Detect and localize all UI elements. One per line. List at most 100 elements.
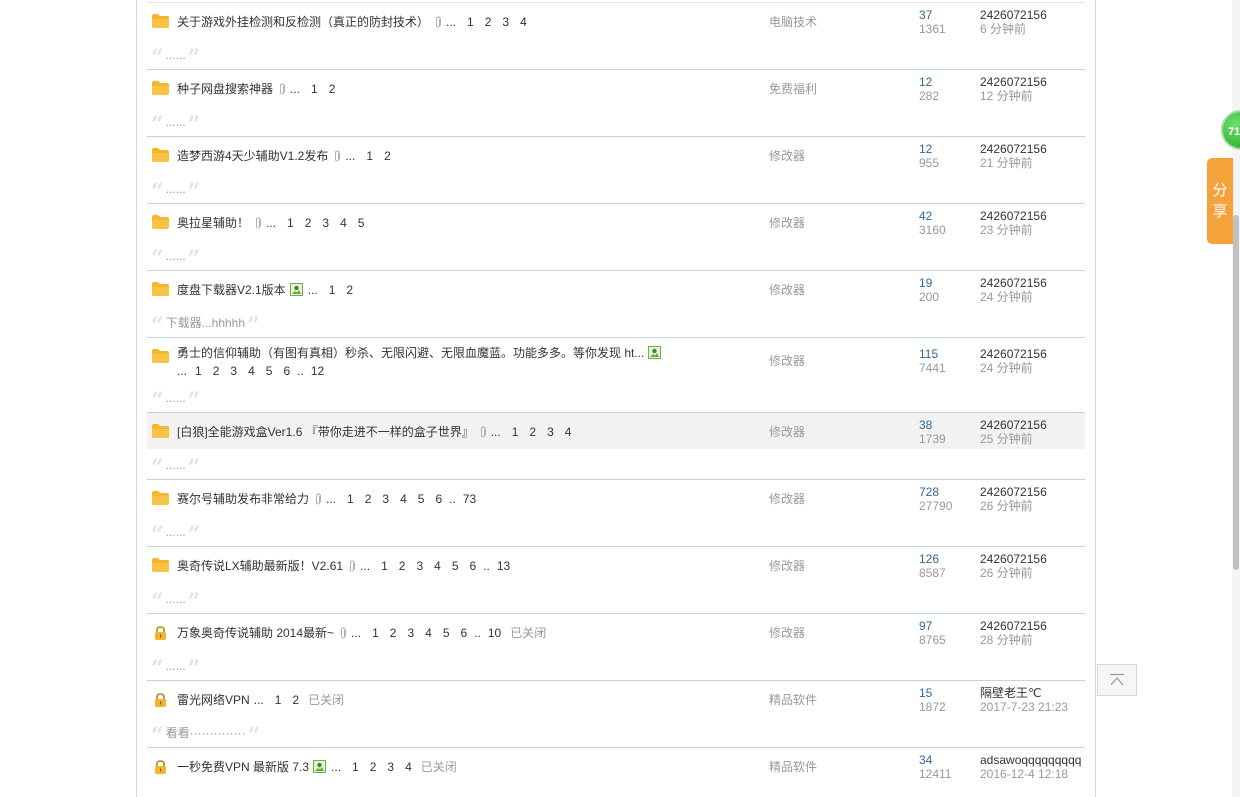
- thread-title-link[interactable]: 赛尔号辅助发布非常给力: [177, 492, 309, 506]
- thread-title-link[interactable]: 关于游戏外挂检测和反检测（真正的防封技术）: [177, 15, 429, 29]
- page-link[interactable]: 4: [520, 14, 527, 30]
- thread-title-link[interactable]: 种子网盘搜索神器: [177, 82, 273, 96]
- page-link[interactable]: 3: [387, 759, 394, 775]
- page-link[interactable]: 1: [311, 81, 318, 97]
- page-link[interactable]: 1: [347, 491, 354, 507]
- forum-link[interactable]: 修改器: [769, 558, 805, 574]
- page-link[interactable]: 1: [287, 215, 294, 231]
- reply-count[interactable]: 34: [919, 753, 951, 767]
- page-link[interactable]: 10: [488, 625, 501, 641]
- thread-title-link[interactable]: 奥奇传说LX辅助最新版！V2.61: [177, 559, 343, 573]
- page-link[interactable]: 3: [502, 14, 509, 30]
- page-link[interactable]: 2: [305, 215, 312, 231]
- last-post-user[interactable]: 2426072156: [980, 276, 1090, 290]
- page-link[interactable]: 2: [346, 282, 353, 298]
- last-post-time[interactable]: 2017-7-23 21:23: [980, 700, 1090, 714]
- last-post-time[interactable]: 2016-12-4 12:18: [980, 767, 1090, 781]
- page-link[interactable]: 1: [275, 692, 282, 708]
- page-link[interactable]: 1: [467, 14, 474, 30]
- page-link[interactable]: 3: [230, 363, 237, 379]
- forum-link[interactable]: 修改器: [769, 353, 805, 369]
- last-post-user[interactable]: adsawoqqqqqqqqq: [980, 753, 1090, 767]
- page-link[interactable]: 4: [405, 759, 412, 775]
- page-link[interactable]: 6: [283, 363, 290, 379]
- last-post-user[interactable]: 2426072156: [980, 485, 1090, 499]
- last-post-user[interactable]: 隔壁老王℃: [980, 686, 1090, 700]
- page-link[interactable]: 4: [340, 215, 347, 231]
- last-post-user[interactable]: 2426072156: [980, 209, 1090, 223]
- thread-title-link[interactable]: 雷光网络VPN: [177, 693, 250, 707]
- last-post-time[interactable]: 24 分钟前: [980, 361, 1090, 375]
- thread-title-link[interactable]: 万象奥奇传说辅助 2014最新~: [177, 626, 334, 640]
- reply-count[interactable]: 728: [919, 485, 952, 499]
- reply-count[interactable]: 12: [919, 75, 939, 89]
- notification-badge[interactable]: 71: [1221, 110, 1240, 150]
- last-post-time[interactable]: 24 分钟前: [980, 290, 1090, 304]
- page-link[interactable]: 2: [390, 625, 397, 641]
- last-post-time[interactable]: 26 分钟前: [980, 499, 1090, 513]
- last-post-time[interactable]: 21 分钟前: [980, 156, 1090, 170]
- reply-count[interactable]: 42: [919, 209, 946, 223]
- last-post-user[interactable]: 2426072156: [980, 8, 1090, 22]
- page-link[interactable]: 4: [400, 491, 407, 507]
- page-link[interactable]: 2: [485, 14, 492, 30]
- page-link[interactable]: 6: [435, 491, 442, 507]
- thread-title-link[interactable]: 造梦西游4天少辅助V1.2发布: [177, 149, 328, 163]
- last-post-time[interactable]: 25 分钟前: [980, 432, 1090, 446]
- forum-link[interactable]: 修改器: [769, 424, 805, 440]
- thread-title-link[interactable]: 勇士的信仰辅助（有图有真相）秒杀、无限闪避、无限血魔蓝。功能多多。等你发现 ht…: [177, 346, 644, 360]
- reply-count[interactable]: 15: [919, 686, 946, 700]
- page-link[interactable]: 6: [461, 625, 468, 641]
- page-link[interactable]: 1: [195, 363, 202, 379]
- last-post-user[interactable]: 2426072156: [980, 75, 1090, 89]
- reply-count[interactable]: 37: [919, 8, 946, 22]
- page-link[interactable]: 1: [512, 424, 519, 440]
- reply-count[interactable]: 126: [919, 552, 946, 566]
- reply-count[interactable]: 97: [919, 619, 946, 633]
- page-link[interactable]: 12: [311, 363, 324, 379]
- forum-link[interactable]: 修改器: [769, 215, 805, 231]
- share-button[interactable]: 分 享: [1207, 158, 1233, 244]
- page-link[interactable]: 5: [418, 491, 425, 507]
- reply-count[interactable]: 115: [919, 347, 946, 361]
- page-link[interactable]: 2: [213, 363, 220, 379]
- last-post-time[interactable]: 28 分钟前: [980, 633, 1090, 647]
- last-post-time[interactable]: 12 分钟前: [980, 89, 1090, 103]
- page-link[interactable]: 4: [434, 558, 441, 574]
- page-link[interactable]: 4: [565, 424, 572, 440]
- thread-title-link[interactable]: [白狼]全能游戏盒Ver1.6 『带你走进不一样的盒子世界』: [177, 425, 474, 439]
- page-link[interactable]: 4: [248, 363, 255, 379]
- forum-link[interactable]: 电脑技术: [769, 14, 817, 30]
- page-link[interactable]: 2: [399, 558, 406, 574]
- reply-count[interactable]: 19: [919, 276, 939, 290]
- back-to-top-button[interactable]: [1097, 664, 1137, 696]
- last-post-user[interactable]: 2426072156: [980, 142, 1090, 156]
- page-link[interactable]: 4: [425, 625, 432, 641]
- page-link[interactable]: 2: [365, 491, 372, 507]
- forum-link[interactable]: 修改器: [769, 491, 805, 507]
- page-link[interactable]: 73: [463, 491, 476, 507]
- page-link[interactable]: 1: [352, 759, 359, 775]
- page-link[interactable]: 3: [322, 215, 329, 231]
- page-link[interactable]: 6: [470, 558, 477, 574]
- page-link[interactable]: 3: [416, 558, 423, 574]
- page-link[interactable]: 2: [292, 692, 299, 708]
- last-post-time[interactable]: 23 分钟前: [980, 223, 1090, 237]
- page-link[interactable]: 5: [266, 363, 273, 379]
- last-post-user[interactable]: 2426072156: [980, 347, 1090, 361]
- page-link[interactable]: 3: [547, 424, 554, 440]
- page-link[interactable]: 1: [381, 558, 388, 574]
- page-link[interactable]: 3: [382, 491, 389, 507]
- page-link[interactable]: 1: [329, 282, 336, 298]
- page-link[interactable]: 2: [529, 424, 536, 440]
- last-post-user[interactable]: 2426072156: [980, 619, 1090, 633]
- forum-link[interactable]: 精品软件: [769, 759, 817, 775]
- thread-title-link[interactable]: 奥拉星辅助！: [177, 216, 249, 230]
- reply-count[interactable]: 12: [919, 142, 939, 156]
- forum-link[interactable]: 精品软件: [769, 692, 817, 708]
- last-post-time[interactable]: 6 分钟前: [980, 22, 1090, 36]
- thread-title-link[interactable]: 度盘下载器V2.1版本: [177, 283, 286, 297]
- forum-link[interactable]: 修改器: [769, 148, 805, 164]
- thread-title-link[interactable]: 一秒免费VPN 最新版 7.3: [177, 760, 309, 774]
- reply-count[interactable]: 38: [919, 418, 946, 432]
